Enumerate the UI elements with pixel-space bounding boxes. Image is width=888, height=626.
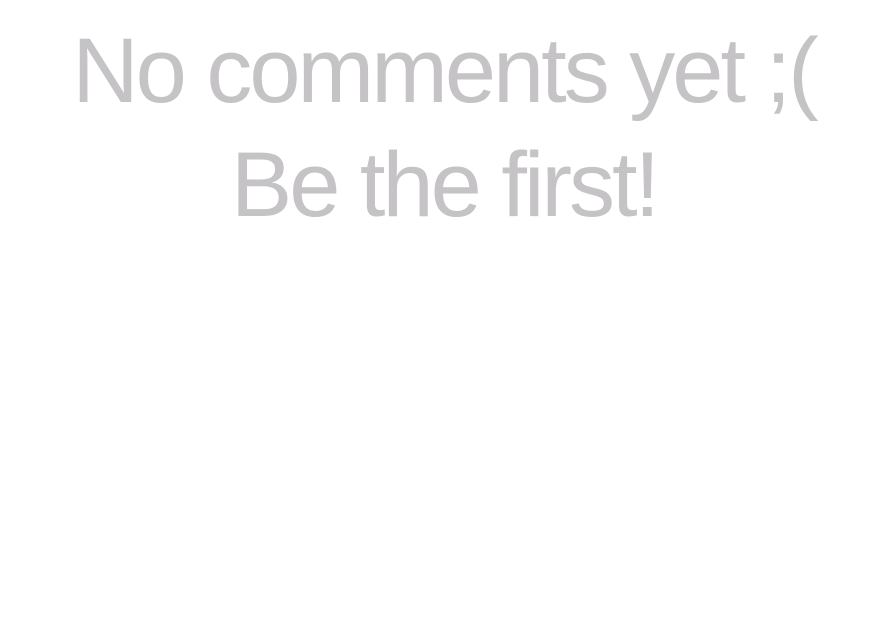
no-comments-text: No comments yet ;( — [72, 20, 819, 122]
empty-comments-message: No comments yet ;( Be the first! — [0, 14, 888, 242]
be-the-first-text: Be the first! — [230, 134, 660, 236]
